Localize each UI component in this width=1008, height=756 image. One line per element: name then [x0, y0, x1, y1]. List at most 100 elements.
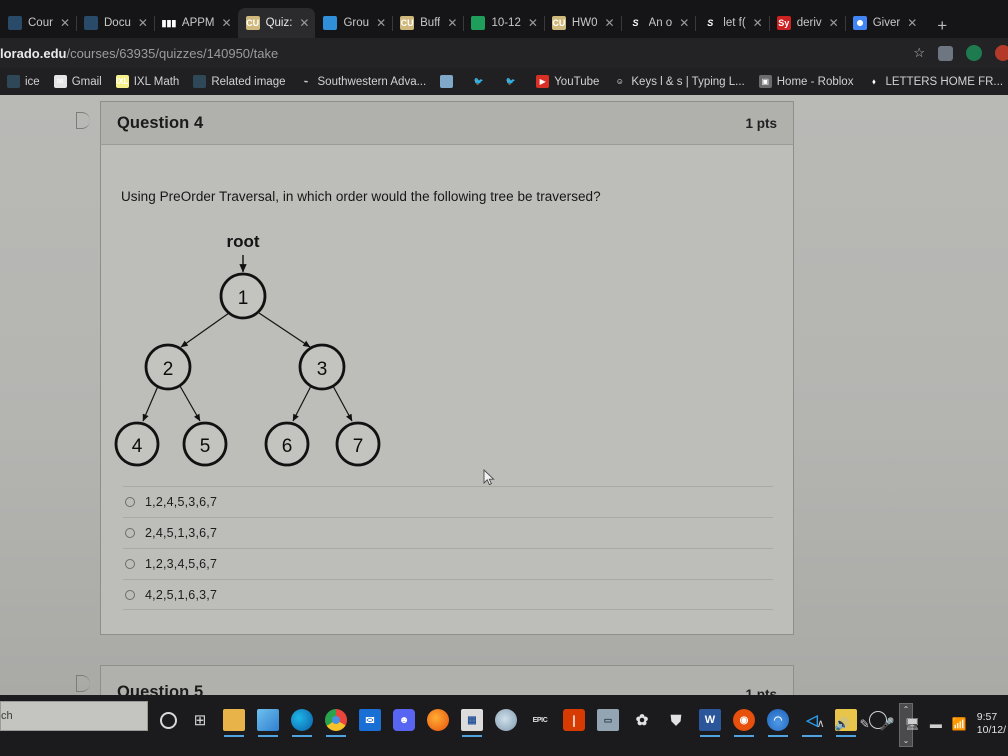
question-header: Question 4 1 pts — [100, 101, 794, 145]
bookmark-item-0[interactable]: ice — [0, 75, 47, 88]
steam-icon[interactable] — [495, 709, 517, 731]
store-book-icon[interactable] — [257, 709, 279, 737]
bookmark-item-9[interactable]: ☺ Keys l & s | Typing L... — [606, 75, 751, 88]
new-tab-button[interactable]: + — [923, 17, 959, 38]
remote-desktop-icon[interactable]: ▭ — [597, 709, 619, 731]
browser-tab-7[interactable]: CU HW0 ✕ — [544, 8, 622, 38]
arc-icon[interactable]: ◠ — [767, 709, 789, 737]
answer-option-1[interactable]: 2,4,5,1,3,6,7 — [123, 517, 773, 548]
browser-tab-8[interactable]: S An o ✕ — [621, 8, 697, 38]
edge-icon[interactable] — [291, 709, 313, 737]
profile-avatar[interactable] — [966, 45, 982, 61]
close-icon[interactable]: ✕ — [299, 17, 309, 29]
browser-tab-9[interactable]: S let f( ✕ — [695, 8, 770, 38]
microphone-icon[interactable]: 🎤 — [880, 717, 895, 731]
bookmark-item-10[interactable]: ▣ Home - Roblox — [752, 75, 861, 88]
office-icon[interactable]: ❘ — [563, 709, 585, 731]
bookmark-star-icon[interactable]: ☆ — [913, 45, 925, 61]
browser-tab-5[interactable]: CU Buff ✕ — [392, 8, 465, 38]
close-icon[interactable]: ✕ — [604, 17, 614, 29]
tree-node-6: 6 — [264, 421, 310, 467]
page-title: Question 4 — [117, 113, 204, 132]
task-view-icon[interactable]: ⊞ — [189, 709, 211, 731]
address-bar[interactable]: lorado.edu/courses/63935/quizzes/140950/… — [0, 38, 1008, 68]
radio-button-icon[interactable] — [125, 589, 135, 600]
edge-2-5 — [179, 385, 201, 422]
close-icon[interactable]: ✕ — [447, 17, 457, 29]
answer-options: 1,2,4,5,3,6,7 2,4,5,1,3,6,7 1,2,3,4,5,6,… — [123, 486, 773, 610]
close-icon[interactable]: ✕ — [753, 17, 763, 29]
discord-icon[interactable]: ☻ — [393, 709, 415, 731]
edge-3-6 — [292, 385, 312, 422]
radio-button-icon[interactable] — [125, 528, 135, 538]
settings-gear-icon[interactable]: ✿ — [631, 709, 653, 731]
bookmark-item-3[interactable]: Related image — [186, 75, 292, 88]
secondary-profile-avatar[interactable] — [995, 45, 1008, 61]
speaker-icon[interactable]: 🔊 — [835, 717, 850, 731]
browser-tab-10[interactable]: Sy deriv ✕ — [769, 8, 846, 38]
tree-svg: root 1 2 3 4 5 6 7 — [114, 232, 381, 467]
search-text: ch — [1, 710, 13, 722]
bookmark-item-7[interactable]: 🐦 — [497, 75, 529, 88]
node-label-4: 4 — [132, 436, 143, 457]
pen-icon[interactable]: ✎ — [860, 717, 870, 731]
search-input[interactable]: ch — [0, 701, 148, 731]
browser-tab-0[interactable]: Cour ✕ — [0, 8, 77, 38]
clock[interactable]: 9:57 10/12/ — [977, 711, 1006, 737]
close-icon[interactable]: ✕ — [528, 17, 538, 29]
battery-icon[interactable]: ▬ — [930, 717, 942, 731]
bookmark-item-4[interactable]: ⌁ Southwestern Adva... — [293, 75, 434, 88]
browser-tab-11[interactable]: Giver ✕ — [845, 8, 924, 38]
browser-tab-2[interactable]: ▮▮▮ APPM ✕ — [154, 8, 239, 38]
flag-question-icon[interactable] — [76, 112, 90, 129]
answer-option-3[interactable]: 4,2,5,1,6,3,7 — [123, 579, 773, 610]
answer-option-2[interactable]: 1,2,3,4,5,6,7 — [123, 548, 773, 579]
browser-tab-6[interactable]: 10-12 ✕ — [463, 8, 545, 38]
tab-title: Buff — [420, 17, 441, 29]
root-label: root — [226, 232, 259, 251]
bookmark-item-2[interactable]: IXL IXL Math — [109, 75, 187, 88]
browser-tab-3-active[interactable]: CU Quiz: ✕ — [237, 8, 316, 38]
tray-expand-chevron-icon[interactable]: ∧ — [817, 717, 825, 730]
close-icon[interactable]: ✕ — [679, 17, 689, 29]
question-card: Question 4 1 pts Using PreOrder Traversa… — [100, 101, 794, 635]
browser-tab-1[interactable]: Docu ✕ — [76, 8, 155, 38]
close-icon[interactable]: ✕ — [60, 17, 70, 29]
browser-tab-4[interactable]: Grou ✕ — [315, 8, 394, 38]
tab-title: An o — [648, 17, 673, 29]
wifi-icon[interactable]: 📶 — [952, 717, 967, 731]
flag-question-icon-next[interactable] — [76, 675, 90, 692]
bookmark-item-11[interactable]: ⬧ LETTERS HOME FR... — [860, 75, 1008, 88]
bookmark-item-1[interactable]: ✉ Gmail — [47, 75, 109, 88]
ubuntu-icon[interactable]: ◉ — [733, 709, 755, 737]
word-icon[interactable]: W — [699, 709, 721, 737]
radio-button-icon[interactable] — [125, 497, 135, 507]
security-shield-icon[interactable]: ⛊ — [665, 709, 687, 731]
radio-button-icon[interactable] — [125, 559, 135, 569]
epic-games-icon[interactable]: EPIC — [529, 709, 551, 731]
close-icon[interactable]: ✕ — [138, 17, 148, 29]
close-icon[interactable]: ✕ — [376, 17, 386, 29]
tab-title: Giver — [872, 17, 901, 29]
image-thumbnail-icon — [440, 75, 454, 88]
answer-label: 2,4,5,1,3,6,7 — [145, 526, 218, 540]
mail-icon[interactable]: ✉ — [359, 709, 381, 731]
close-icon[interactable]: ✕ — [222, 17, 232, 29]
chrome-icon[interactable] — [325, 709, 347, 737]
close-icon[interactable]: ✕ — [829, 17, 839, 29]
bookmark-item-6[interactable]: 🐦 — [465, 75, 497, 88]
bookmark-item-8[interactable]: ▶ YouTube — [529, 75, 606, 88]
question-prompt: Using PreOrder Traversal, in which order… — [121, 189, 601, 204]
globe-icon — [193, 75, 207, 88]
microsoft-store-icon[interactable]: ▦ — [461, 709, 483, 737]
globe-icon — [84, 16, 98, 30]
bookmark-item-5[interactable] — [433, 75, 465, 88]
extension-icon[interactable] — [938, 45, 953, 61]
firefox-icon[interactable] — [427, 709, 449, 731]
close-icon[interactable]: ✕ — [907, 17, 917, 29]
file-explorer-icon[interactable] — [223, 709, 245, 737]
cortana-circle-icon[interactable] — [160, 711, 177, 729]
display-icon[interactable]: 🖥 — [905, 717, 920, 731]
node-label-1: 1 — [238, 288, 249, 309]
answer-option-0[interactable]: 1,2,4,5,3,6,7 — [123, 486, 773, 517]
